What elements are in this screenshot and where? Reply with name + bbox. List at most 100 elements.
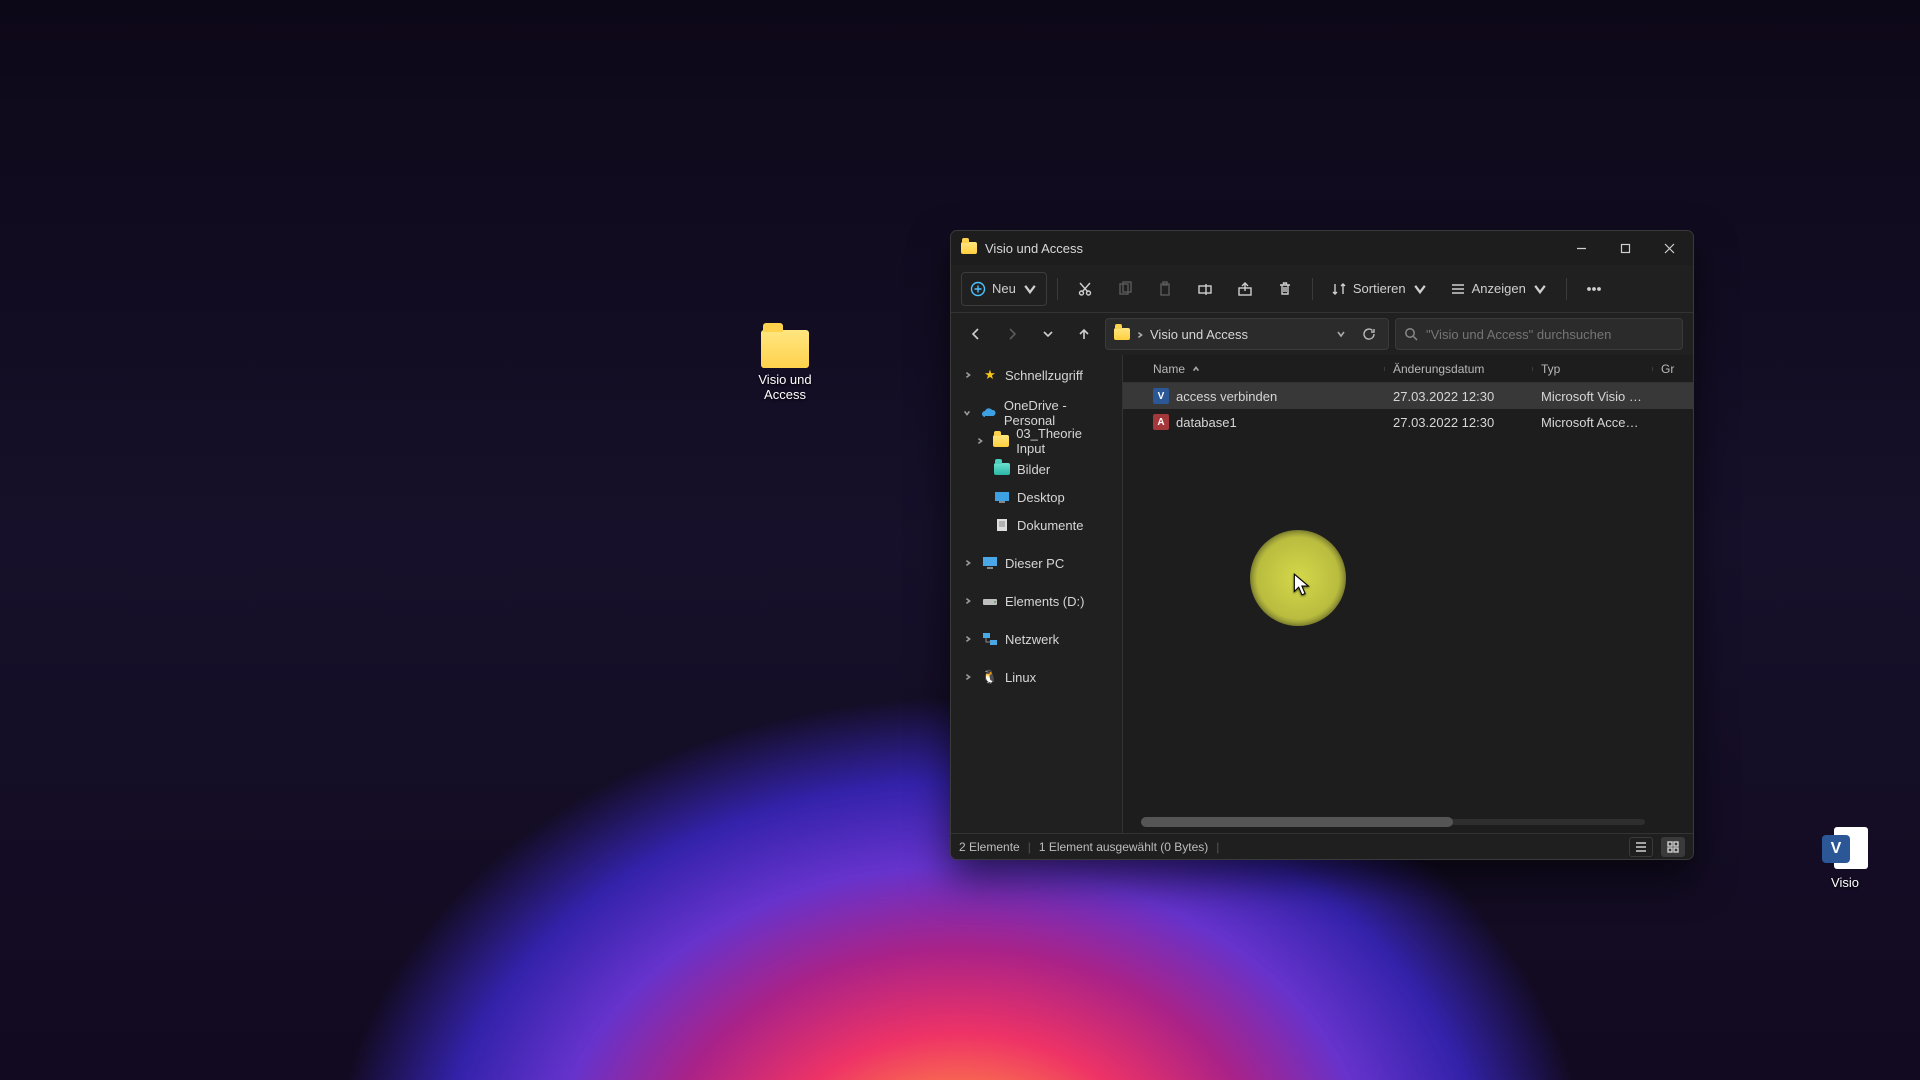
folder-icon xyxy=(1114,328,1130,340)
maximize-button[interactable] xyxy=(1603,231,1647,265)
view-button[interactable]: Anzeigen xyxy=(1442,272,1556,306)
desktop-wallpaper: Visio und Access V Visio Visio und Acces… xyxy=(0,0,1920,1080)
chevron-right-icon[interactable] xyxy=(961,635,975,643)
desktop-icon-label: Visio xyxy=(1800,875,1890,890)
new-label: Neu xyxy=(992,281,1016,296)
chevron-down-icon[interactable] xyxy=(961,409,974,417)
tree-label: OneDrive - Personal xyxy=(1004,398,1112,428)
column-headers: Name Änderungsdatum Typ Gr xyxy=(1123,355,1693,383)
tree-linux[interactable]: 🐧 Linux xyxy=(955,663,1118,691)
more-button[interactable] xyxy=(1577,272,1611,306)
cut-button[interactable] xyxy=(1068,272,1102,306)
search-box[interactable] xyxy=(1395,318,1683,350)
breadcrumb[interactable]: Visio und Access xyxy=(1150,327,1248,342)
tree-label: Bilder xyxy=(1017,462,1050,477)
back-button[interactable] xyxy=(961,319,991,349)
star-icon: ★ xyxy=(981,367,999,383)
chevron-right-icon[interactable] xyxy=(973,437,987,445)
folder-icon xyxy=(994,463,1010,475)
cloud-icon xyxy=(980,407,998,419)
tree-label: Netzwerk xyxy=(1005,632,1059,647)
desktop-folder-visio-access[interactable]: Visio und Access xyxy=(740,330,830,402)
address-bar[interactable]: Visio und Access xyxy=(1105,318,1389,350)
details-view-button[interactable] xyxy=(1629,837,1653,857)
address-dropdown[interactable] xyxy=(1330,329,1352,339)
recent-button[interactable] xyxy=(1033,319,1063,349)
tree-item[interactable]: Bilder xyxy=(955,455,1118,483)
status-count: 2 Elemente xyxy=(959,840,1020,854)
tree-label: 03_Theorie Input xyxy=(1016,426,1112,456)
forward-button[interactable] xyxy=(997,319,1027,349)
sort-label: Sortieren xyxy=(1353,281,1406,296)
search-input[interactable] xyxy=(1426,327,1674,342)
file-type-icon: A xyxy=(1153,414,1169,430)
file-date: 27.03.2022 12:30 xyxy=(1385,415,1533,430)
file-name: access verbinden xyxy=(1176,389,1277,404)
close-button[interactable] xyxy=(1647,231,1691,265)
chevron-right-icon[interactable] xyxy=(961,597,975,605)
file-explorer-window: Visio und Access Neu Sortieren xyxy=(950,230,1694,860)
file-row[interactable]: Vaccess verbinden 27.03.2022 12:30Microso… xyxy=(1123,383,1693,409)
navigation-pane[interactable]: ★ Schnellzugriff OneDrive - Personal 03_… xyxy=(951,355,1123,833)
folder-icon xyxy=(761,330,809,368)
document-icon xyxy=(993,518,1011,532)
chevron-right-icon[interactable] xyxy=(961,673,975,681)
minimize-button[interactable] xyxy=(1559,231,1603,265)
file-row[interactable]: Adatabase1 27.03.2022 12:30Microsoft Acce… xyxy=(1123,409,1693,435)
copy-button[interactable] xyxy=(1108,272,1142,306)
chevron-right-icon[interactable] xyxy=(961,559,975,567)
column-name[interactable]: Name xyxy=(1145,362,1385,376)
icons-view-button[interactable] xyxy=(1661,837,1685,857)
paste-button[interactable] xyxy=(1148,272,1182,306)
column-type[interactable]: Typ xyxy=(1533,362,1653,376)
sort-asc-icon xyxy=(1192,362,1200,376)
tree-label: Schnellzugriff xyxy=(1005,368,1083,383)
tree-quick-access[interactable]: ★ Schnellzugriff xyxy=(955,361,1118,389)
search-icon xyxy=(1404,327,1418,341)
pc-icon xyxy=(981,556,999,570)
window-title: Visio und Access xyxy=(985,241,1083,256)
tree-item[interactable]: Dokumente xyxy=(955,511,1118,539)
horizontal-scrollbar[interactable] xyxy=(1141,819,1645,825)
up-button[interactable] xyxy=(1069,319,1099,349)
folder-icon xyxy=(961,242,977,254)
file-type: Microsoft Access ... xyxy=(1533,415,1653,430)
tree-item[interactable]: 03_Theorie Input xyxy=(955,427,1118,455)
file-type-icon: V xyxy=(1153,388,1169,404)
file-type: Microsoft Visio Dr... xyxy=(1533,389,1653,404)
chevron-right-icon[interactable] xyxy=(961,371,975,379)
drive-icon xyxy=(981,596,999,606)
files-pane: Name Änderungsdatum Typ Gr Vaccess verbi… xyxy=(1123,355,1693,833)
tree-label: Linux xyxy=(1005,670,1036,685)
tree-label: Elements (D:) xyxy=(1005,594,1084,609)
delete-button[interactable] xyxy=(1268,272,1302,306)
tree-onedrive[interactable]: OneDrive - Personal xyxy=(955,399,1118,427)
tree-label: Dieser PC xyxy=(1005,556,1064,571)
titlebar[interactable]: Visio und Access xyxy=(951,231,1693,265)
linux-icon: 🐧 xyxy=(981,669,999,685)
desktop-icon-label: Visio und Access xyxy=(740,372,830,402)
tree-network[interactable]: Netzwerk xyxy=(955,625,1118,653)
column-size[interactable]: Gr xyxy=(1653,362,1693,376)
file-list[interactable]: Vaccess verbinden 27.03.2022 12:30Microso… xyxy=(1123,383,1693,833)
share-button[interactable] xyxy=(1228,272,1262,306)
rename-button[interactable] xyxy=(1188,272,1222,306)
refresh-button[interactable] xyxy=(1358,327,1380,341)
view-label: Anzeigen xyxy=(1472,281,1526,296)
tree-item[interactable]: Desktop xyxy=(955,483,1118,511)
sort-button[interactable]: Sortieren xyxy=(1323,272,1436,306)
tree-drive[interactable]: Elements (D:) xyxy=(955,587,1118,615)
file-date: 27.03.2022 12:30 xyxy=(1385,389,1533,404)
file-name: database1 xyxy=(1176,415,1237,430)
new-button[interactable]: Neu xyxy=(961,272,1047,306)
desktop-app-visio[interactable]: V Visio xyxy=(1800,825,1890,890)
chevron-right-icon xyxy=(1136,327,1144,342)
visio-icon: V xyxy=(1822,825,1868,871)
column-date[interactable]: Änderungsdatum xyxy=(1385,362,1533,376)
status-selection: 1 Element ausgewählt (0 Bytes) xyxy=(1039,840,1208,854)
command-bar: Neu Sortieren Anzeigen xyxy=(951,265,1693,313)
tree-this-pc[interactable]: Dieser PC xyxy=(955,549,1118,577)
navigation-row: Visio und Access xyxy=(951,313,1693,355)
desktop-icon xyxy=(993,491,1011,503)
network-icon xyxy=(981,632,999,646)
